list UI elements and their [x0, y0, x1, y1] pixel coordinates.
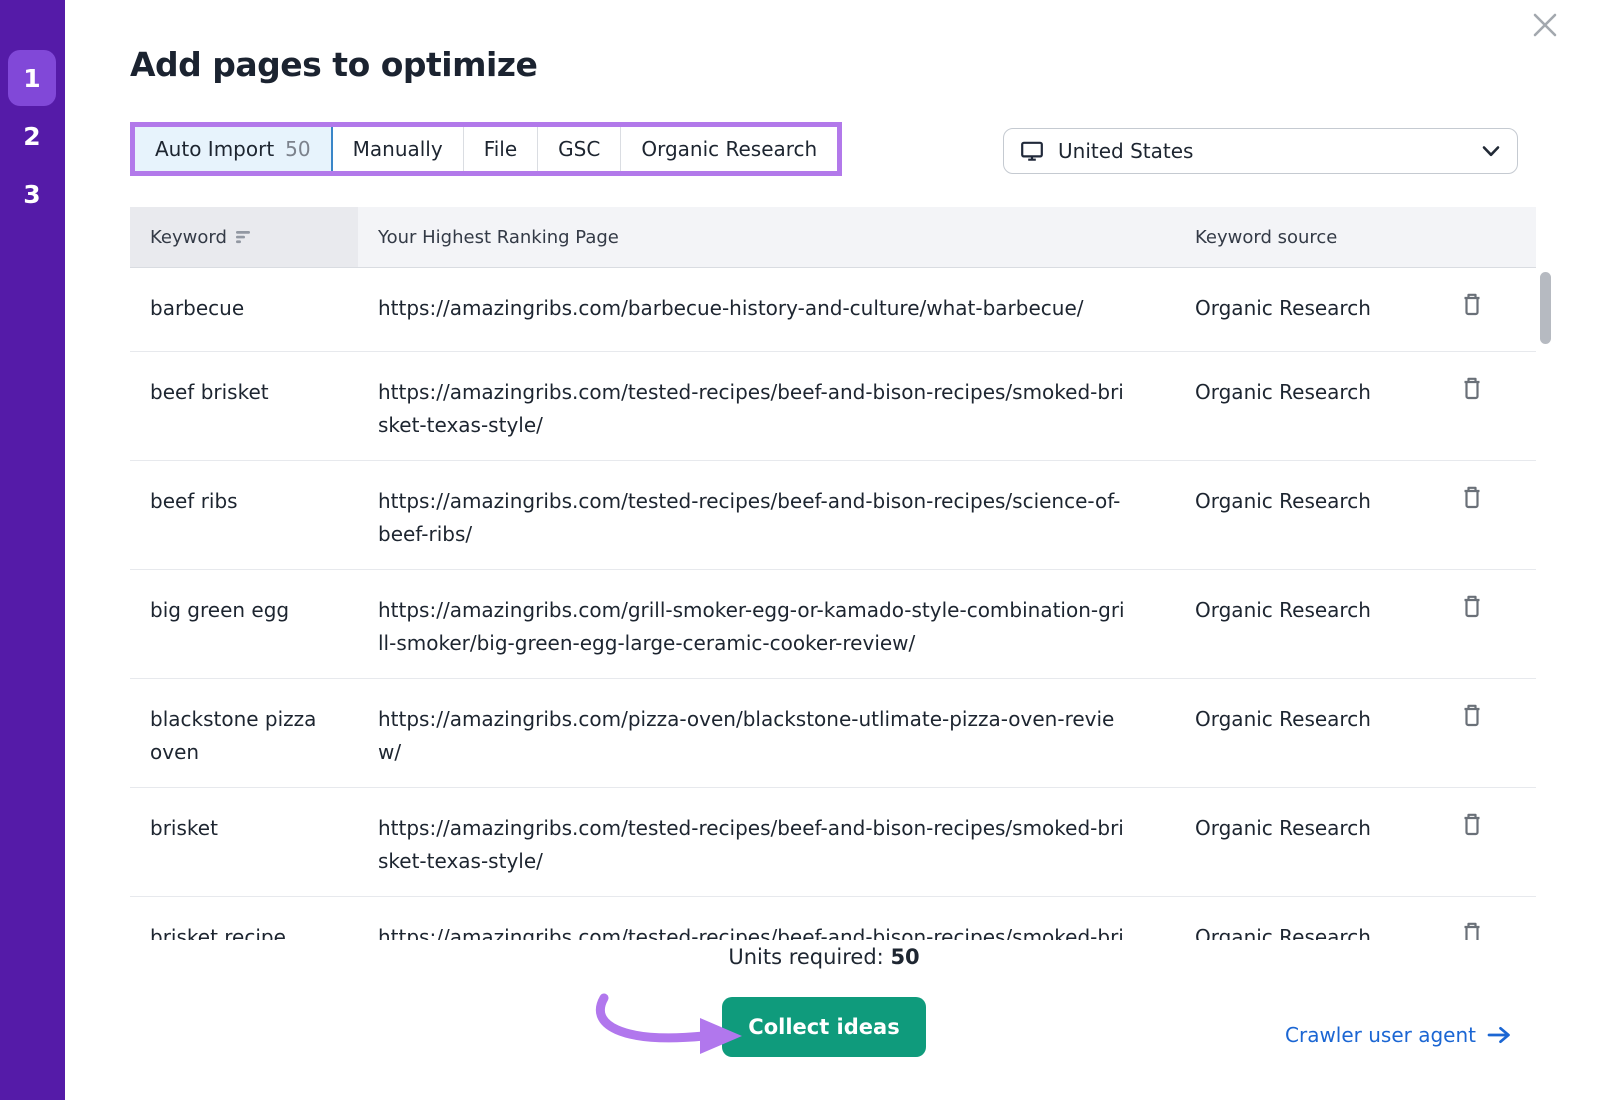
source-cell: Organic Research: [1168, 897, 1460, 940]
close-button[interactable]: [1528, 8, 1562, 42]
source-cell: Organic Research: [1168, 461, 1460, 536]
crawler-user-agent-link[interactable]: Crawler user agent: [1285, 1023, 1512, 1047]
keyword-cell: blackstone pizza oven: [130, 679, 358, 787]
collect-ideas-button[interactable]: Collect ideas: [722, 997, 926, 1057]
trash-icon[interactable]: [1460, 483, 1484, 511]
tab-manually[interactable]: Manually: [333, 127, 464, 171]
source-cell: Organic Research: [1168, 679, 1460, 754]
tab-file[interactable]: File: [464, 127, 538, 171]
add-pages-modal: 1 2 3 Add pages to optimize Auto Import …: [0, 0, 1600, 1100]
sort-icon[interactable]: [236, 230, 253, 244]
tab-auto-import[interactable]: Auto Import 50: [135, 127, 333, 171]
url-cell: https://amazingribs.com/pizza-oven/black…: [358, 679, 1168, 787]
source-cell: Organic Research: [1168, 570, 1460, 645]
step-indicator-1[interactable]: 1: [8, 50, 56, 106]
tab-label: Manually: [353, 137, 443, 161]
step-indicator-2[interactable]: 2: [8, 120, 56, 152]
trash-icon[interactable]: [1460, 374, 1484, 402]
desktop-monitor-icon: [1020, 140, 1044, 162]
table-header: Keyword Your Highest Ranking Page Keywor…: [130, 207, 1536, 268]
url-cell: https://amazingribs.com/tested-recipes/b…: [358, 461, 1168, 569]
url-cell: https://amazingribs.com/tested-recipes/b…: [358, 352, 1168, 460]
keyword-cell: brisket: [130, 788, 358, 863]
units-required-label: Units required:: [728, 945, 890, 969]
table-row: barbecue https://amazingribs.com/barbecu…: [130, 268, 1536, 352]
table-header-actions: [1460, 207, 1536, 267]
keyword-cell: brisket recipe: [130, 897, 358, 940]
chevron-down-icon: [1481, 145, 1501, 158]
trash-icon[interactable]: [1460, 701, 1484, 729]
source-cell: Organic Research: [1168, 352, 1460, 427]
stepper-sidebar: 1 2 3: [0, 0, 65, 1100]
table-scrollbar[interactable]: [1540, 272, 1551, 344]
table-header-keyword-source: Keyword source: [1168, 207, 1460, 267]
tab-count-badge: 50: [285, 137, 310, 161]
tab-label: Organic Research: [641, 137, 817, 161]
tab-gsc[interactable]: GSC: [538, 127, 621, 171]
table-row: brisket https://amazingribs.com/tested-r…: [130, 788, 1536, 897]
table-header-ranking-page: Your Highest Ranking Page: [358, 207, 1168, 267]
page-title: Add pages to optimize: [130, 45, 537, 84]
arrow-right-icon: [1487, 1026, 1512, 1044]
table-row: big green egg https://amazingribs.com/gr…: [130, 570, 1536, 679]
trash-icon[interactable]: [1460, 290, 1484, 318]
units-required-value: 50: [890, 945, 919, 969]
tab-label: Auto Import: [155, 137, 274, 161]
source-cell: Organic Research: [1168, 788, 1460, 863]
column-label: Your Highest Ranking Page: [378, 227, 619, 248]
tab-label: GSC: [558, 137, 600, 161]
tabs-highlight-annotation: Auto Import 50 Manually File GSC Organic…: [130, 122, 842, 176]
region-select-value: United States: [1058, 139, 1193, 163]
table-row: brisket recipe https://amazingribs.com/t…: [130, 897, 1536, 940]
column-label: Keyword source: [1195, 227, 1337, 248]
trash-icon[interactable]: [1460, 592, 1484, 620]
url-cell: https://amazingribs.com/tested-recipes/b…: [358, 788, 1168, 896]
close-icon: [1530, 10, 1560, 40]
step-indicator-3[interactable]: 3: [8, 178, 56, 210]
keyword-cell: barbecue: [130, 268, 358, 343]
table-row: beef brisket https://amazingribs.com/tes…: [130, 352, 1536, 461]
url-cell: https://amazingribs.com/tested-recipes/b…: [358, 897, 1168, 940]
column-label: Keyword: [150, 227, 227, 248]
url-cell: https://amazingribs.com/grill-smoker-egg…: [358, 570, 1168, 678]
trash-icon[interactable]: [1460, 810, 1484, 838]
keywords-table-body: barbecue https://amazingribs.com/barbecu…: [130, 268, 1536, 940]
units-required: Units required: 50: [130, 945, 1518, 969]
tab-label: File: [484, 137, 517, 161]
region-select[interactable]: United States: [1003, 128, 1518, 174]
table-header-keyword[interactable]: Keyword: [130, 207, 358, 267]
keyword-cell: beef brisket: [130, 352, 358, 427]
crawler-link-label: Crawler user agent: [1285, 1023, 1476, 1047]
table-row: blackstone pizza oven https://amazingrib…: [130, 679, 1536, 788]
keyword-cell: beef ribs: [130, 461, 358, 536]
trash-icon[interactable]: [1460, 919, 1484, 940]
keyword-cell: big green egg: [130, 570, 358, 645]
url-cell: https://amazingribs.com/barbecue-history…: [358, 268, 1168, 343]
table-row: beef ribs https://amazingribs.com/tested…: [130, 461, 1536, 570]
source-cell: Organic Research: [1168, 268, 1460, 343]
tab-organic-research[interactable]: Organic Research: [621, 127, 837, 171]
